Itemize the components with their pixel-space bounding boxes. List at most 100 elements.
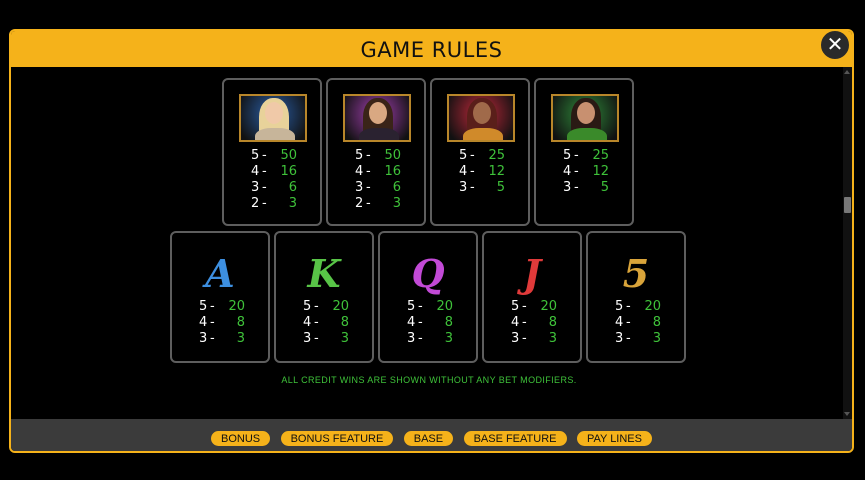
payout-value: 25 <box>488 148 505 163</box>
payout-row: 4-12 <box>459 164 519 180</box>
symbol-card-k: K 5-20 4-8 3-3 <box>274 231 374 363</box>
match-count: 5 <box>563 148 572 163</box>
payout-row: 5-50 <box>355 148 415 164</box>
payout-row: 3- 6 <box>251 180 311 196</box>
nav-base-feature-button[interactable]: BASE FEATURE <box>463 431 567 446</box>
symbol-5-icon: 5 <box>622 251 650 296</box>
nav-bonus-button[interactable]: BONUS <box>211 431 271 446</box>
separator-dash: - <box>366 180 371 195</box>
separator-dash: - <box>522 315 527 330</box>
separator-dash: - <box>366 164 371 179</box>
payout-row: 3- 5 <box>563 180 623 196</box>
payout-value: 3 <box>548 331 557 346</box>
separator-dash: - <box>626 331 631 346</box>
match-count: 5 <box>199 299 208 314</box>
match-count: 3 <box>407 331 416 346</box>
close-icon[interactable]: ✕ <box>819 29 851 61</box>
vertical-scrollbar[interactable] <box>843 67 852 419</box>
payout-list: 5-20 4-8 3-3 <box>615 299 675 347</box>
separator-dash: - <box>574 180 579 195</box>
payout-list: 5-20 4-8 3-3 <box>303 299 363 347</box>
payout-value: 8 <box>340 315 349 330</box>
separator-dash: - <box>210 315 215 330</box>
symbol-card-a: A 5-20 4-8 3-3 <box>170 231 270 363</box>
payout-row: 4-16 <box>355 164 415 180</box>
separator-dash: - <box>470 164 475 179</box>
credit-wins-note: ALL CREDIT WINS ARE SHOWN WITHOUT ANY BE… <box>281 375 577 385</box>
payout-row: 4- 8 <box>407 315 467 331</box>
nav-base-button[interactable]: BASE <box>403 431 454 446</box>
separator-dash: - <box>314 299 319 314</box>
payout-value: 16 <box>384 164 401 179</box>
payout-row: 5-20 <box>199 299 259 315</box>
symbol-card-j: J 5-20 4-8 3-3 <box>482 231 582 363</box>
separator-dash: - <box>262 148 267 163</box>
symbol-q-icon: Q <box>411 251 445 296</box>
match-count: 5 <box>303 299 312 314</box>
payout-row: 5-25 <box>459 148 519 164</box>
match-count: 2 <box>251 196 260 211</box>
payout-value: 25 <box>592 148 609 163</box>
separator-dash: - <box>210 331 215 346</box>
payout-value: 3 <box>392 196 401 211</box>
green-dress-woman-portrait-icon <box>551 94 619 142</box>
payout-row: 3-3 <box>407 331 467 347</box>
scroll-thumb[interactable] <box>844 197 851 213</box>
payout-row: 5-20 <box>511 299 571 315</box>
separator-dash: - <box>418 331 423 346</box>
symbol-card-q: Q 5-20 4-8 3-3 <box>378 231 478 363</box>
match-count: 3 <box>563 180 572 195</box>
separator-dash: - <box>314 315 319 330</box>
payout-list: 5-20 4-8 3-3 <box>407 299 467 347</box>
payout-row: 4- 8 <box>303 315 363 331</box>
payout-row: 4-16 <box>251 164 311 180</box>
separator-dash: - <box>262 164 267 179</box>
match-count: 4 <box>355 164 364 179</box>
match-count: 3 <box>615 331 624 346</box>
separator-dash: - <box>418 299 423 314</box>
payout-value: 8 <box>652 315 661 330</box>
separator-dash: - <box>314 331 319 346</box>
nav-pay-lines-button[interactable]: PAY LINES <box>576 431 652 446</box>
separator-dash: - <box>470 180 475 195</box>
dialog-title: GAME RULES <box>360 38 503 62</box>
scroll-down-arrow-icon[interactable] <box>844 412 850 416</box>
payout-value: 20 <box>540 299 557 314</box>
match-count: 2 <box>355 196 364 211</box>
payout-row: 3-3 <box>303 331 363 347</box>
match-count: 5 <box>615 299 624 314</box>
match-count: 4 <box>615 315 624 330</box>
match-count: 5 <box>459 148 468 163</box>
brunette-woman-portrait-icon <box>343 94 411 142</box>
match-count: 5 <box>407 299 416 314</box>
payout-value: 6 <box>392 180 401 195</box>
separator-dash: - <box>366 196 371 211</box>
payout-row: 4- 8 <box>199 315 259 331</box>
nav-bonus-feature-button[interactable]: BONUS FEATURE <box>280 431 394 446</box>
payout-row: 2- 3 <box>251 196 311 212</box>
payout-list: 5-25 4-12 3-5 <box>459 148 519 196</box>
symbol-card-blonde-woman: 5-50 4-16 3-6 2-3 <box>222 78 322 226</box>
symbol-card-green-dress-woman: 5-25 4-12 3-5 <box>534 78 634 226</box>
separator-dash: - <box>574 164 579 179</box>
payout-value: 3 <box>340 331 349 346</box>
blonde-woman-portrait-icon <box>239 94 307 142</box>
payout-value: 3 <box>288 196 297 211</box>
payout-value: 8 <box>444 315 453 330</box>
payout-value: 5 <box>600 180 609 195</box>
symbol-card-5: 5 5-20 4-8 3-3 <box>586 231 686 363</box>
match-count: 5 <box>511 299 520 314</box>
payout-list: 5-50 4-16 3-6 2-3 <box>355 148 415 212</box>
separator-dash: - <box>522 299 527 314</box>
dialog-header: GAME RULES <box>11 31 852 67</box>
match-count: 4 <box>199 315 208 330</box>
payout-row: 5-25 <box>563 148 623 164</box>
separator-dash: - <box>626 299 631 314</box>
payout-row: 5-20 <box>407 299 467 315</box>
payout-value: 20 <box>228 299 245 314</box>
scroll-up-arrow-icon[interactable] <box>844 70 850 74</box>
payout-row: 3-3 <box>199 331 259 347</box>
match-count: 3 <box>459 180 468 195</box>
match-count: 5 <box>355 148 364 163</box>
payout-value: 12 <box>592 164 609 179</box>
